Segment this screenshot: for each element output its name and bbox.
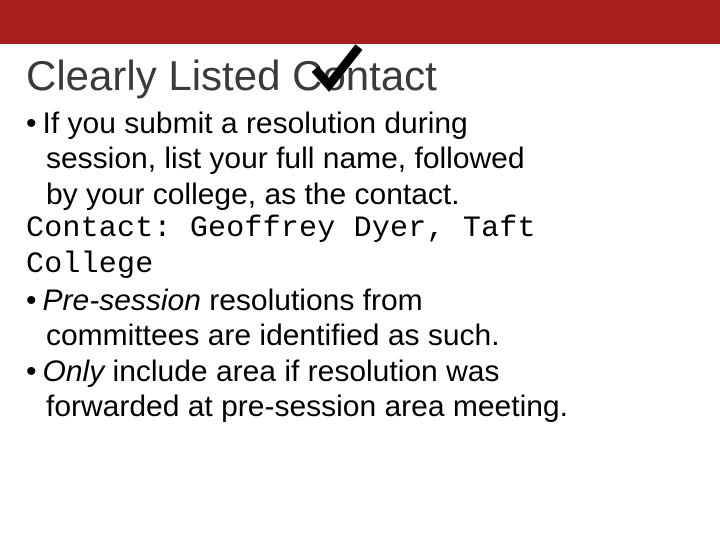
bullet-1: • If you submit a resolution during (26, 106, 700, 141)
bullet-dot: • (26, 354, 43, 389)
b2-line2: committees are identified as such. (26, 318, 700, 353)
bullet-3: • Only include area if resolution was (26, 354, 700, 389)
bullet-1-text: If you submit a resolution during (43, 106, 700, 141)
bullet-dot: • (26, 283, 43, 318)
bullet-dot: • (26, 106, 43, 141)
contact-line2: College (26, 248, 700, 283)
bullet-2-text: Pre-session resolutions from (43, 283, 700, 318)
b1-line1: If you submit a resolution during (43, 107, 468, 140)
b2-emph: Pre-session (43, 284, 201, 317)
b3-emph: Only (43, 355, 105, 388)
slide-body: • If you submit a resolution during sess… (0, 104, 720, 425)
b1-line2: session, list your full name, followed (26, 141, 700, 176)
b2-rest1: resolutions from (201, 284, 423, 317)
bullet-3-text: Only include area if resolution was (43, 354, 700, 389)
slide-title: Clearly Listed Contact (0, 44, 720, 104)
contact-line1: Contact: Geoffrey Dyer, Taft (26, 212, 700, 247)
b1-line3: by your college, as the contact. (26, 177, 700, 212)
title-text: Clearly Listed Contact (26, 52, 437, 99)
b3-line2: forwarded at pre-session area meeting. (26, 389, 700, 424)
b3-rest1: include area if resolution was (104, 355, 499, 388)
bullet-2: • Pre-session resolutions from (26, 283, 700, 318)
top-accent-bar (0, 0, 720, 44)
